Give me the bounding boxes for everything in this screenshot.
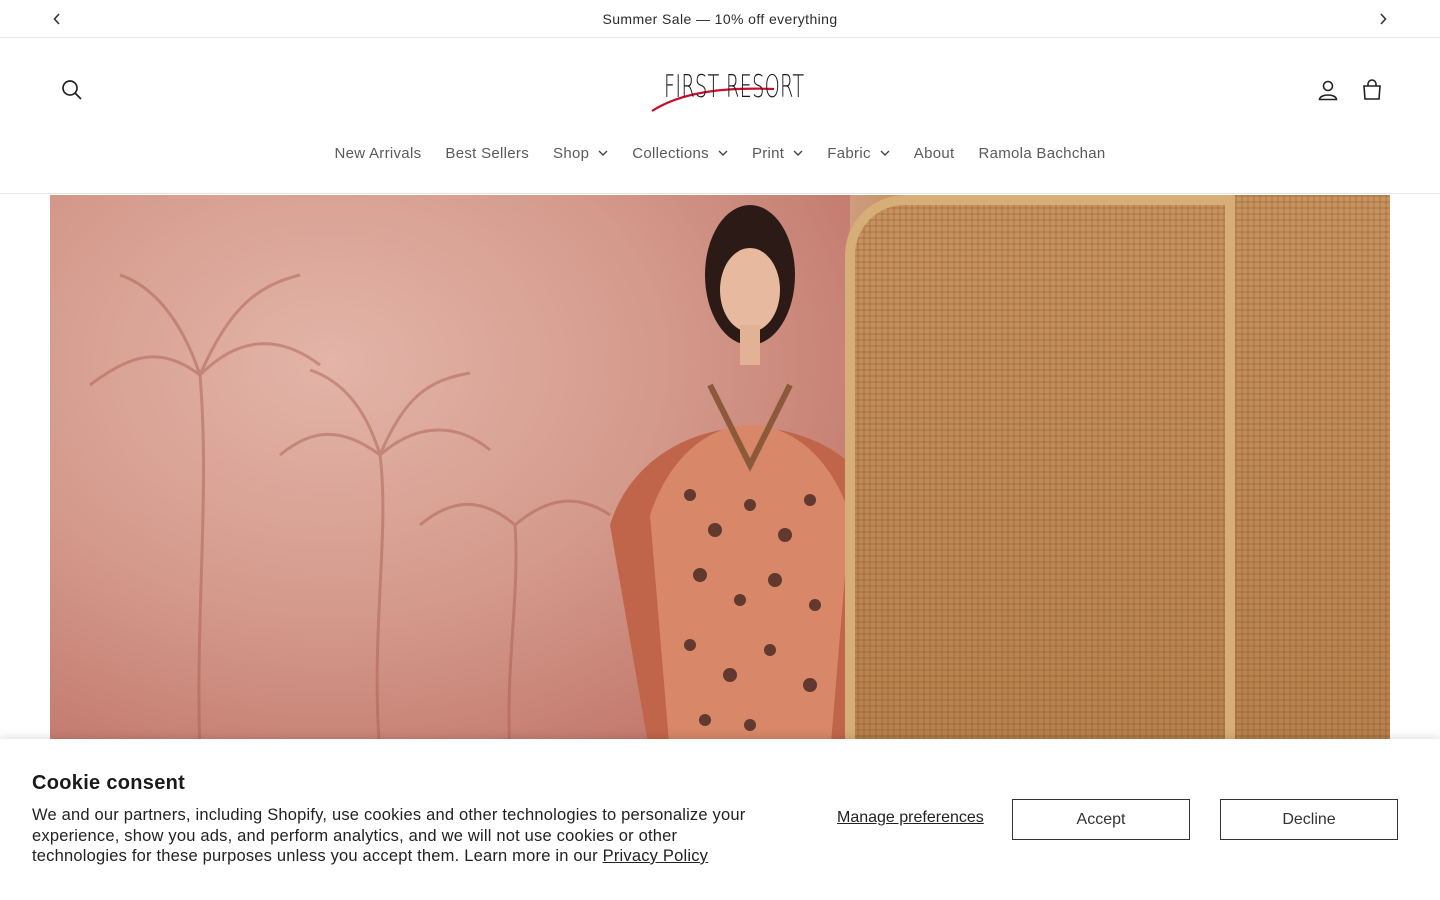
hero-palm-trees	[89, 205, 850, 755]
nav-print[interactable]: Print	[740, 136, 815, 170]
main-nav: New Arrivals Best Sellers Shop Collectio…	[0, 136, 1440, 170]
nav-label: About	[913, 144, 955, 162]
hero-model-figure	[610, 205, 850, 755]
nav-label: Ramola Bachchan	[978, 144, 1106, 162]
cart-button[interactable]	[1354, 72, 1390, 108]
manage-preferences-link[interactable]: Manage preferences	[837, 809, 984, 827]
nav-new-arrivals[interactable]: New Arrivals	[322, 136, 433, 170]
nav-fabric[interactable]: Fabric	[815, 136, 901, 170]
chevron-left-icon	[53, 13, 60, 25]
nav-best-sellers[interactable]: Best Sellers	[433, 136, 541, 170]
nav-label: Fabric	[827, 144, 871, 162]
chevron-down-icon	[598, 150, 608, 156]
cookie-title: Cookie consent	[32, 772, 186, 794]
account-button[interactable]	[1310, 72, 1346, 108]
privacy-policy-link[interactable]: Privacy Policy	[603, 847, 709, 865]
search-button[interactable]	[54, 72, 90, 108]
chevron-right-icon	[1380, 13, 1387, 25]
announcement-bar: Summer Sale — 10% off everything	[0, 0, 1440, 38]
nav-label: Shop	[553, 144, 590, 162]
chevron-down-icon	[718, 150, 728, 156]
account-icon	[1318, 80, 1338, 101]
nav-label: Best Sellers	[445, 144, 530, 162]
cookie-consent-banner: Cookie consent We and our partners, incl…	[0, 739, 1440, 900]
nav-label: Collections	[632, 144, 709, 162]
decline-button[interactable]: Decline	[1220, 799, 1398, 840]
announcement-next-button[interactable]	[1373, 9, 1393, 29]
chevron-down-icon	[880, 150, 890, 156]
cookie-description: We and our partners, including Shopify, …	[32, 805, 762, 867]
nav-collections[interactable]: Collections	[620, 136, 740, 170]
hero-screen-frame	[845, 195, 1235, 755]
cart-icon	[1363, 79, 1381, 100]
nav-label: Print	[751, 144, 785, 162]
nav-about[interactable]: About	[902, 136, 967, 170]
site-header: FIRST RESORT New Arrivals Best Sellers S…	[0, 39, 1440, 194]
nav-ramola-bachchan[interactable]: Ramola Bachchan	[966, 136, 1117, 170]
accept-button[interactable]: Accept	[1012, 799, 1190, 840]
search-icon	[62, 80, 82, 100]
nav-label: New Arrivals	[334, 144, 422, 162]
hero-banner-image[interactable]	[50, 195, 1390, 755]
brand-logo[interactable]: FIRST RESORT	[650, 65, 804, 115]
chevron-down-icon	[793, 150, 803, 156]
announcement-prev-button[interactable]	[47, 9, 67, 29]
announcement-text: Summer Sale — 10% off everything	[602, 10, 838, 27]
logo-text: FIRST RESORT	[664, 69, 805, 105]
nav-shop[interactable]: Shop	[541, 136, 620, 170]
